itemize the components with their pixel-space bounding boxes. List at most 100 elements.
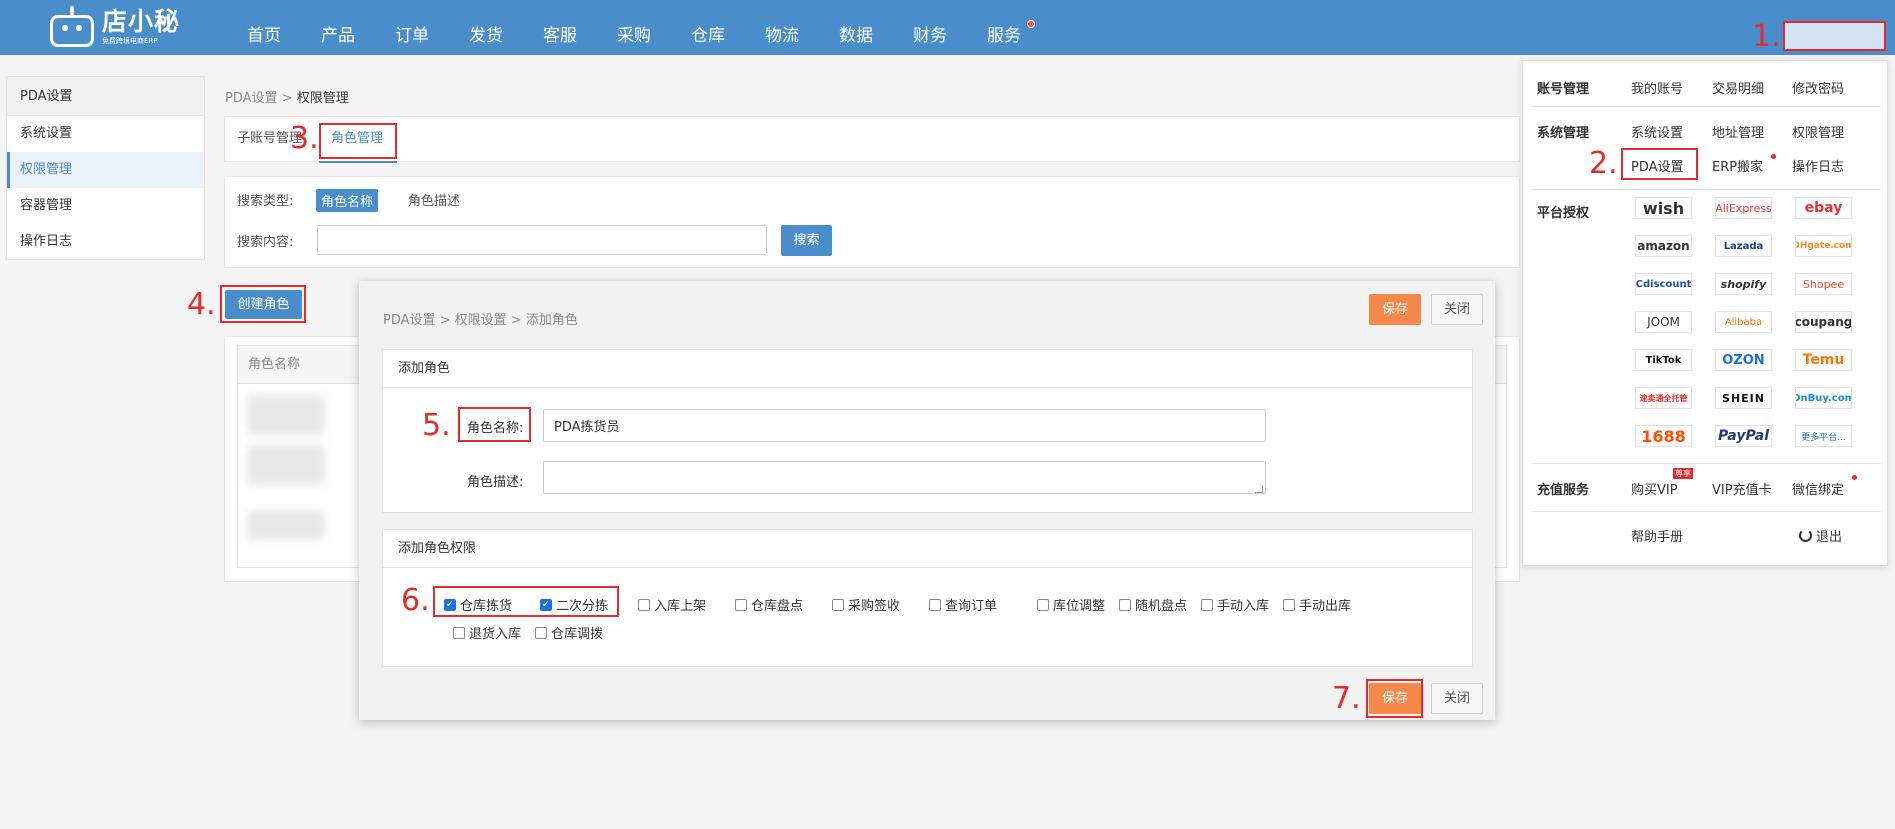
platform-amazon[interactable]: amazon <box>1635 235 1692 257</box>
tab-roles-underline <box>319 161 397 163</box>
dropdown-system-settings[interactable]: 系统设置 <box>1631 122 1683 141</box>
nav-item-shipping[interactable]: 发货 <box>469 0 503 55</box>
platform-lazada[interactable]: Lazada <box>1715 235 1772 257</box>
nav-item-data[interactable]: 数据 <box>839 0 873 55</box>
platform-more[interactable]: 更多平台... <box>1795 425 1852 447</box>
breadcrumb-current: 权限管理 <box>296 91 349 106</box>
nav-item-warehouse[interactable]: 仓库 <box>691 0 725 55</box>
checkbox-icon <box>735 598 747 611</box>
platform-shopee[interactable]: Shopee <box>1795 273 1852 295</box>
search-button[interactable]: 搜索 <box>781 225 832 256</box>
checkbox-icon <box>638 598 650 611</box>
platform-joom[interactable]: JOOM <box>1635 311 1692 333</box>
nav-item-customer-service[interactable]: 客服 <box>543 0 577 55</box>
checkbox-checked-icon: ✓ <box>540 598 552 611</box>
top-nav <box>0 0 1895 55</box>
notification-dot <box>1027 20 1035 28</box>
permissions-section-title: 添加角色权限 <box>383 530 1472 568</box>
perm-return-inbound[interactable]: 退货入库 <box>453 623 521 642</box>
sidebar-item-system-settings[interactable]: 系统设置 <box>7 116 204 152</box>
nav-item-finance[interactable]: 财务 <box>913 0 947 55</box>
dropdown-permission-management[interactable]: 权限管理 <box>1792 122 1844 141</box>
platform-ozon[interactable]: OZON <box>1715 349 1772 371</box>
platform-shein[interactable]: SHEIN <box>1715 387 1772 409</box>
platform-coupang[interactable]: coupang <box>1795 311 1852 333</box>
dropdown-operation-log[interactable]: 操作日志 <box>1792 156 1844 175</box>
checkbox-icon <box>929 598 941 611</box>
search-input[interactable] <box>317 225 767 255</box>
platform-wish[interactable]: wish <box>1635 197 1692 219</box>
platform-temu[interactable]: Temu <box>1795 349 1852 371</box>
platform-aliexpress-choice[interactable]: 速卖通全托管 <box>1635 387 1692 409</box>
platform-onbuy[interactable]: OnBuy.com <box>1795 387 1852 409</box>
platform-paypal[interactable]: PayPal <box>1715 425 1772 447</box>
close-button-bottom[interactable]: 关闭 <box>1431 683 1483 714</box>
divider <box>1531 511 1881 512</box>
platform-alibaba[interactable]: Alibaba <box>1715 311 1772 333</box>
save-button-bottom[interactable]: 保存 <box>1369 683 1421 714</box>
nav-item-purchasing[interactable]: 采购 <box>617 0 651 55</box>
perm-warehouse-picking[interactable]: ✓ 仓库拣货 <box>444 595 512 614</box>
perm-location-adjust[interactable]: 库位调整 <box>1037 595 1105 614</box>
dropdown-change-password[interactable]: 修改密码 <box>1792 78 1844 97</box>
nav-item-orders[interactable]: 订单 <box>395 0 429 55</box>
dropdown-buy-vip[interactable]: 购买VIP <box>1631 479 1678 498</box>
platform-cdiscount[interactable]: Cdiscount <box>1635 273 1692 295</box>
perm-purchase-receipt[interactable]: 采购签收 <box>832 595 900 614</box>
perm-manual-outbound[interactable]: 手动出库 <box>1283 595 1351 614</box>
dropdown-help-manual[interactable]: 帮助手册 <box>1631 526 1683 545</box>
dropdown-pda-settings[interactable]: PDA设置 <box>1631 156 1684 175</box>
dropdown-erp-migration[interactable]: ERP搬家 <box>1712 156 1763 175</box>
column-header-role-name: 角色名称 <box>248 357 301 372</box>
perm-warehouse-transfer[interactable]: 仓库调拨 <box>535 623 603 642</box>
create-role-button[interactable]: 创建角色 <box>225 290 302 319</box>
perm-random-stocktake[interactable]: 随机盘点 <box>1119 595 1187 614</box>
search-type-label: 搜索类型: <box>237 194 294 209</box>
dropdown-head-system: 系统管理 <box>1537 126 1590 141</box>
sidebar-item-permissions[interactable]: 权限管理 <box>7 152 204 188</box>
dropdown-head-platform: 平台授权 <box>1537 206 1590 221</box>
role-name-input[interactable] <box>543 409 1266 442</box>
platform-dhgate[interactable]: DHgate.com <box>1795 235 1852 257</box>
dropdown-head-account: 账号管理 <box>1537 82 1590 97</box>
search-type-role-desc[interactable]: 角色描述 <box>408 190 460 209</box>
annotation-4: 4. <box>187 287 216 322</box>
perm-secondary-sorting[interactable]: ✓ 二次分拣 <box>540 595 608 614</box>
perm-warehouse-stocktake[interactable]: 仓库盘点 <box>735 595 803 614</box>
dropdown-wechat-bind[interactable]: 微信绑定 <box>1792 479 1844 498</box>
account-dropdown: 账号管理 我的账号 交易明细 修改密码 系统管理 系统设置 地址管理 权限管理 … <box>1522 60 1888 566</box>
annotation-1: 1. <box>1752 19 1781 54</box>
dropdown-vip-card[interactable]: VIP充值卡 <box>1712 479 1772 498</box>
save-button-top[interactable]: 保存 <box>1369 294 1421 325</box>
logout-button[interactable]: 退出 <box>1799 526 1842 545</box>
user-account-menu[interactable] <box>1783 21 1886 51</box>
nav-item-home[interactable]: 首页 <box>247 0 281 55</box>
perm-manual-inbound[interactable]: 手动入库 <box>1201 595 1269 614</box>
search-content-label: 搜索内容: <box>237 235 294 250</box>
dropdown-my-account[interactable]: 我的账号 <box>1631 78 1683 97</box>
breadcrumb-separator: > <box>281 91 293 106</box>
sidebar-item-containers[interactable]: 容器管理 <box>7 188 204 224</box>
platform-tiktok[interactable]: TikTok <box>1635 349 1692 371</box>
search-type-role-name[interactable]: 角色名称 <box>316 189 379 212</box>
tab-roles[interactable]: 角色管理 <box>331 116 383 162</box>
robot-icon <box>48 5 96 49</box>
role-desc-label: 角色描述: <box>467 475 524 490</box>
app-logo[interactable]: 店小秘 免费跨境电商ERP <box>48 5 180 49</box>
platform-1688[interactable]: 1688 <box>1635 425 1692 447</box>
perm-inbound-shelving[interactable]: 入库上架 <box>638 595 706 614</box>
dropdown-transactions[interactable]: 交易明细 <box>1712 78 1764 97</box>
nav-item-products[interactable]: 产品 <box>321 0 355 55</box>
platform-aliexpress[interactable]: AliExpress <box>1715 197 1772 219</box>
sidebar-item-operation-log[interactable]: 操作日志 <box>7 224 204 260</box>
nav-item-services[interactable]: 服务 <box>987 0 1021 55</box>
resize-handle-icon[interactable] <box>1255 485 1263 493</box>
dropdown-address-management[interactable]: 地址管理 <box>1712 122 1764 141</box>
nav-item-logistics[interactable]: 物流 <box>765 0 799 55</box>
perm-query-orders[interactable]: 查询订单 <box>929 595 997 614</box>
breadcrumb-parent[interactable]: PDA设置 <box>225 91 278 106</box>
platform-shopify[interactable]: shopify <box>1715 273 1772 295</box>
role-desc-textarea[interactable] <box>543 461 1266 494</box>
platform-ebay[interactable]: ebay <box>1795 197 1852 219</box>
close-button-top[interactable]: 关闭 <box>1431 294 1483 325</box>
